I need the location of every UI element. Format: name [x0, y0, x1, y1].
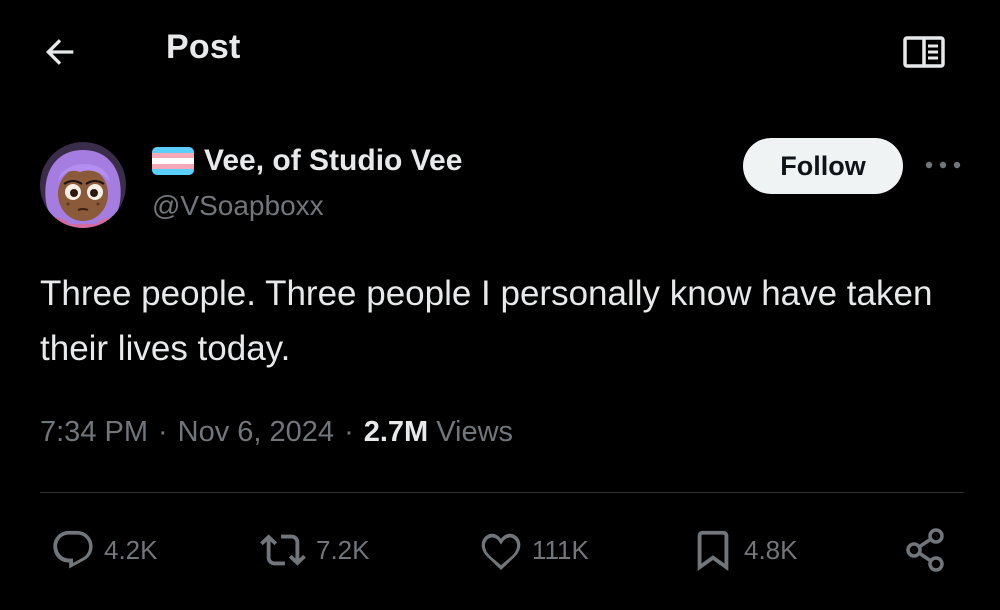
share-button[interactable] [902, 528, 950, 572]
more-options-button[interactable] [918, 150, 968, 180]
page-title: Post [166, 28, 241, 66]
reply-count: 4.2K [104, 534, 158, 565]
transgender-flag-icon [152, 147, 194, 175]
top-bar: Post [0, 0, 1000, 100]
repost-count: 7.2K [316, 534, 370, 565]
arrow-left-icon [40, 32, 80, 72]
more-dots-icon [923, 160, 963, 170]
repost-button[interactable]: 7.2K [258, 528, 370, 572]
author-name-row: Vee, of Studio Vee [152, 144, 462, 178]
separator-dot: · [344, 416, 354, 448]
action-bar: 4.2K 7.2K 111K 4.8K [0, 520, 1000, 580]
reply-button[interactable]: 4.2K [50, 528, 158, 572]
separator-dot: · [158, 416, 168, 448]
open-book-icon [902, 34, 946, 70]
author-handle[interactable]: @VSoapboxx [152, 190, 324, 222]
views-label: Views [436, 416, 514, 448]
repost-icon [258, 527, 308, 573]
post-metadata: 7:34 PM · Nov 6, 2024 · 2.7M Views [40, 416, 513, 449]
author-display-name[interactable]: Vee, of Studio Vee [204, 144, 462, 178]
back-button[interactable] [38, 30, 82, 74]
avatar[interactable] [40, 142, 126, 228]
bookmark-icon [690, 527, 736, 573]
like-count: 111K [532, 534, 589, 565]
share-icon [902, 526, 950, 574]
post-time[interactable]: 7:34 PM [40, 416, 148, 449]
reader-mode-button[interactable] [898, 30, 950, 74]
bookmark-count: 4.8K [744, 534, 798, 565]
post-text: Three people. Three people I personally … [40, 274, 933, 368]
views-count[interactable]: 2.7M [364, 416, 428, 449]
heart-icon [478, 527, 524, 573]
flag-stripe [152, 169, 194, 175]
bookmark-button[interactable]: 4.8K [690, 528, 798, 572]
like-button[interactable]: 111K [478, 528, 589, 572]
reply-icon [50, 527, 96, 573]
divider [40, 492, 964, 493]
post-date[interactable]: Nov 6, 2024 [178, 416, 334, 449]
follow-button[interactable]: Follow [743, 138, 903, 194]
